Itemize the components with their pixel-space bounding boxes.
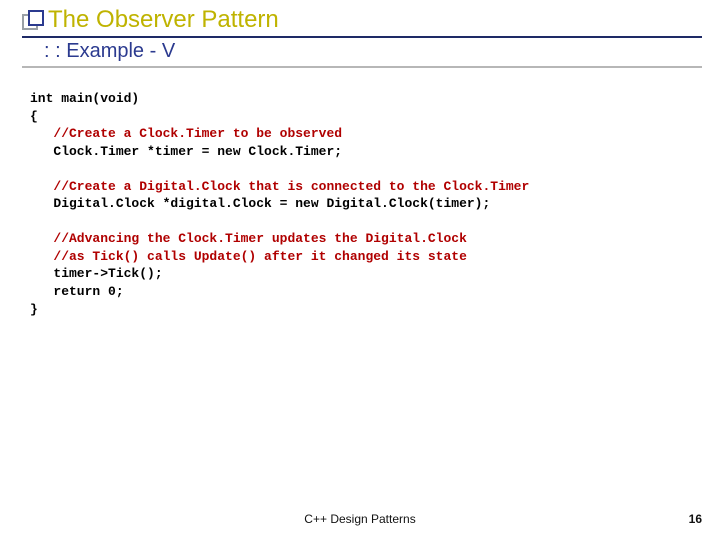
slide-title: The Observer Pattern [48, 6, 279, 34]
subtitle-rule [22, 66, 702, 68]
code-comment: //Create a Digital.Clock that is connect… [30, 179, 529, 194]
code-line: timer->Tick(); [30, 266, 163, 281]
page-number: 16 [689, 512, 702, 526]
code-line: Clock.Timer *timer = new Clock.Timer; [30, 144, 342, 159]
footer-text: C++ Design Patterns [0, 512, 720, 526]
code-line: } [30, 302, 38, 317]
code-line: return 0; [30, 284, 124, 299]
title-row: The Observer Pattern [22, 6, 702, 34]
bullet-square-inner [28, 10, 44, 26]
slide: The Observer Pattern : : Example - V int… [0, 0, 720, 540]
code-comment: //Create a Clock.Timer to be observed [30, 126, 342, 141]
header-block: The Observer Pattern : : Example - V [22, 6, 702, 68]
code-comment: //Advancing the Clock.Timer updates the … [30, 231, 467, 246]
code-line: { [30, 109, 38, 124]
code-comment: //as Tick() calls Update() after it chan… [30, 249, 467, 264]
slide-subtitle: : : Example - V [22, 38, 702, 66]
code-block: int main(void) { //Create a Clock.Timer … [30, 90, 690, 318]
code-line: int main(void) [30, 91, 139, 106]
code-line: Digital.Clock *digital.Clock = new Digit… [30, 196, 490, 211]
